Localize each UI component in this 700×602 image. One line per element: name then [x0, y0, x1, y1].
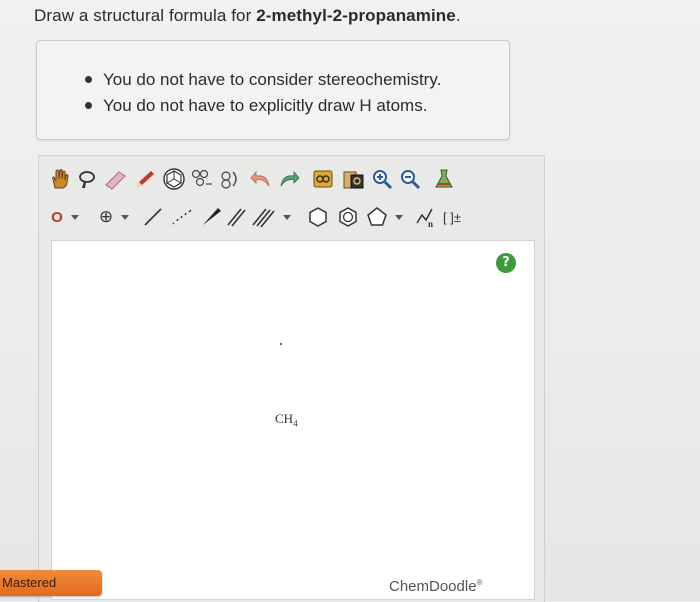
double-bond-tool[interactable]	[225, 203, 249, 231]
brand-mark: ®	[476, 578, 483, 587]
zoom-in-button[interactable]	[369, 165, 395, 193]
chevron-down-icon[interactable]	[121, 214, 129, 220]
cyclohexane-tool[interactable]	[303, 203, 333, 231]
redo-button[interactable]	[275, 165, 303, 193]
flask-icon	[435, 169, 453, 188]
cyclopentane-tool[interactable]	[363, 203, 391, 231]
lasso-icon	[79, 171, 95, 188]
ring-center-icon	[163, 168, 185, 190]
atom-label-tool[interactable]: O	[47, 203, 67, 231]
charge-tool[interactable]: ⊕	[95, 203, 117, 231]
hashed-bond-tool[interactable]	[167, 203, 197, 231]
chemdoodle-brand: ChemDoodle®	[389, 578, 482, 595]
zoom-out-icon	[401, 170, 421, 190]
chemdoodle-sketcher: O ⊕ n []± ? CH4	[38, 155, 545, 602]
benzene-icon	[339, 207, 357, 227]
chain-icon: n	[416, 208, 433, 229]
atom-map-tool[interactable]	[217, 165, 243, 193]
undo-button[interactable]	[247, 165, 275, 193]
drawing-canvas[interactable]: ? CH4	[51, 240, 535, 600]
brand-name: ChemDoodle	[389, 578, 477, 595]
hint-text: You do not have to consider stereochemis…	[103, 70, 442, 89]
question-text: Draw a structural formula for 2-methyl-2…	[34, 6, 461, 26]
lasso-tool[interactable]	[73, 165, 101, 193]
hashed-bond-icon	[172, 209, 192, 225]
zoom-in-icon	[373, 170, 393, 190]
undo-icon	[250, 170, 270, 187]
chevron-down-icon[interactable]	[395, 214, 403, 220]
pencil-icon	[137, 171, 154, 187]
chevron-down-icon[interactable]	[71, 214, 79, 220]
chevron-down-icon[interactable]	[283, 214, 291, 220]
ch4-main: CH	[275, 411, 294, 426]
atom-label: O	[51, 208, 63, 226]
wedge-bond-tool[interactable]	[197, 203, 225, 231]
toolbar-row-1	[47, 161, 459, 197]
question-prefix: Draw a structural formula for	[34, 6, 257, 25]
hint-box: You do not have to consider stereochemis…	[36, 40, 510, 140]
single-bond-icon	[144, 208, 162, 226]
hint-item: You do not have to explicitly draw H ato…	[85, 93, 441, 119]
chain-tool[interactable]: n	[413, 203, 439, 231]
clean-icon	[191, 169, 212, 187]
hand-tool[interactable]	[47, 165, 73, 193]
copy-icon	[313, 170, 333, 188]
help-button[interactable]: ?	[496, 253, 516, 273]
brackets-label: [ ]±	[443, 209, 461, 225]
cyclopentane-icon	[367, 207, 387, 226]
bullet-icon	[85, 102, 92, 109]
canvas-dot	[280, 343, 282, 345]
eraser-tool[interactable]	[101, 165, 131, 193]
triple-bond-tool[interactable]	[249, 203, 279, 231]
copy-button[interactable]	[309, 165, 339, 193]
ring-center-tool[interactable]	[159, 165, 189, 193]
ch4-sub: 4	[293, 418, 298, 429]
redo-icon	[280, 170, 300, 187]
flask-button[interactable]	[429, 165, 459, 193]
hand-icon	[52, 169, 69, 189]
brackets-tool[interactable]: [ ]±	[439, 203, 465, 231]
double-bond-icon	[227, 208, 246, 227]
hint-item: You do not have to consider stereochemis…	[85, 67, 442, 93]
methane-label[interactable]: CH4	[275, 411, 298, 429]
svg-text:n: n	[428, 219, 433, 229]
compound-name: 2-methyl-2-propanamine	[256, 6, 456, 25]
question-suffix: .	[455, 6, 461, 25]
triple-bond-icon	[252, 208, 275, 228]
pencil-tool[interactable]	[131, 165, 159, 193]
hint-list: You do not have to consider stereochemis…	[85, 67, 442, 119]
bullet-icon	[85, 76, 92, 83]
toolbar-row-2: O ⊕ n []±	[47, 199, 465, 235]
clean-tool[interactable]	[189, 165, 217, 193]
benzene-tool[interactable]	[333, 203, 363, 231]
atom-map-icon	[221, 171, 237, 189]
paste-button[interactable]	[339, 165, 369, 193]
wedge-bond-icon	[203, 208, 221, 225]
status-badge: Mastered	[0, 570, 102, 596]
paste-icon	[343, 171, 364, 189]
charge-label: ⊕	[98, 207, 114, 226]
zoom-out-button[interactable]	[395, 165, 425, 193]
hint-text: You do not have to explicitly draw H ato…	[103, 96, 428, 115]
cyclohexane-icon	[309, 207, 327, 227]
single-bond-tool[interactable]	[139, 203, 167, 231]
eraser-icon	[105, 171, 126, 190]
